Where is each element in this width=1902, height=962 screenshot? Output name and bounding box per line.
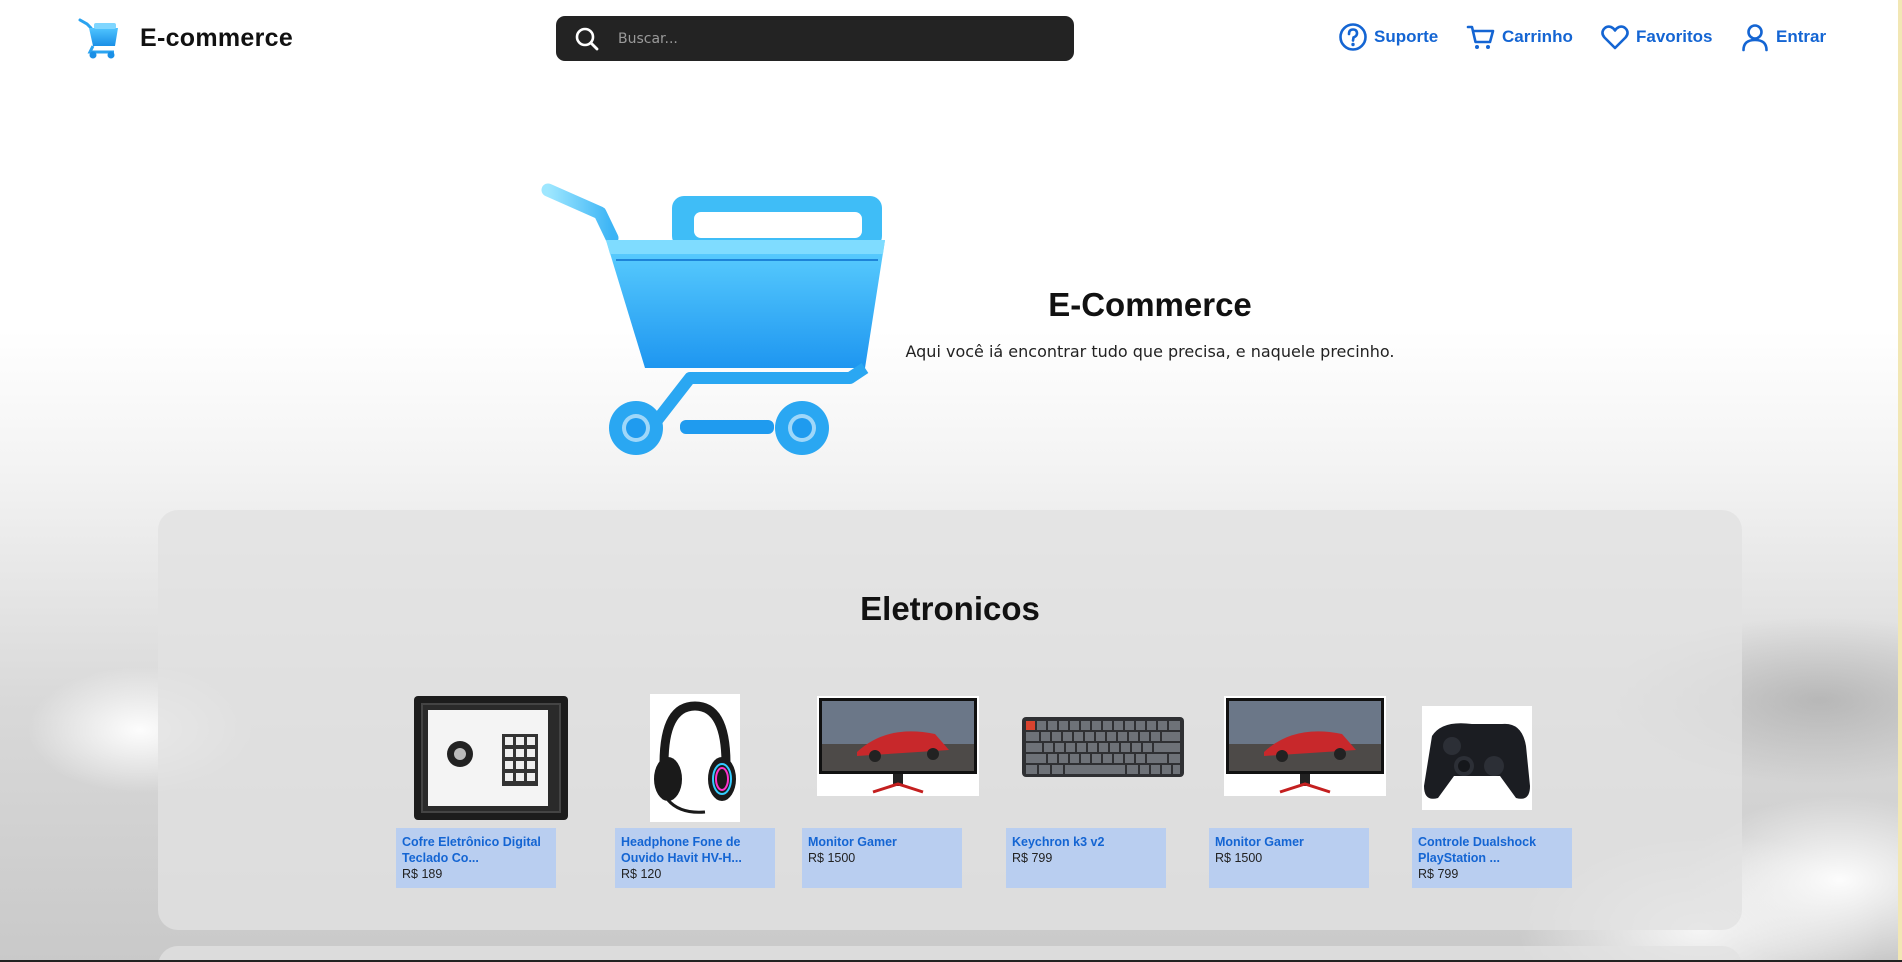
search-bar [556, 16, 1074, 61]
product-card[interactable]: Cofre Eletrônico Digital Teclado Co... R… [396, 682, 568, 922]
product-image-monitor [817, 696, 979, 796]
product-info[interactable]: Keychron k3 v2 R$ 799 [1006, 828, 1166, 888]
nav-entrar-label: Entrar [1776, 27, 1827, 46]
cart-icon [1466, 25, 1495, 49]
brand[interactable]: E-commerce [78, 16, 293, 60]
product-name[interactable]: Keychron k3 v2 [1012, 834, 1160, 850]
product-card[interactable]: Keychron k3 v2 R$ 799 [1006, 682, 1184, 922]
product-card[interactable]: Monitor Gamer R$ 1500 [1209, 682, 1386, 922]
product-price: R$ 799 [1418, 867, 1459, 881]
search-input[interactable] [618, 23, 1058, 54]
product-image-controller [1422, 706, 1532, 810]
category-panel: Eletronicos Cofre Eletrônico Digital Tec… [158, 510, 1742, 930]
nav-favoritos[interactable]: Favoritos [1600, 22, 1713, 52]
product-image-monitor [1224, 696, 1386, 796]
nav-suporte-label: Suporte [1374, 27, 1439, 46]
nav-entrar[interactable]: Entrar [1740, 22, 1826, 52]
product-price: R$ 1500 [1215, 851, 1263, 865]
heart-icon [1601, 25, 1629, 50]
product-price: R$ 799 [1012, 851, 1053, 865]
page-edge [1898, 0, 1902, 962]
search-icon[interactable] [574, 26, 600, 52]
product-info[interactable]: Headphone Fone de Ouvido Havit HV-H... R… [615, 828, 775, 888]
product-carousel[interactable]: Cofre Eletrônico Digital Teclado Co... R… [396, 682, 1664, 922]
product-info[interactable]: Cofre Eletrônico Digital Teclado Co... R… [396, 828, 556, 888]
product-image-safe [414, 696, 568, 820]
product-image-keyboard [1022, 717, 1184, 777]
product-card[interactable]: Controle Dualshock PlayStation ... R$ 79… [1412, 682, 1572, 922]
product-info[interactable]: Monitor Gamer R$ 1500 [1209, 828, 1369, 888]
nav-carrinho-label: Carrinho [1502, 27, 1573, 46]
product-info[interactable]: Controle Dualshock PlayStation ... R$ 79… [1412, 828, 1572, 888]
product-name[interactable]: Headphone Fone de Ouvido Havit HV-H... [621, 834, 769, 866]
help-circle-icon [1339, 23, 1367, 51]
category-title: Eletronicos [860, 590, 1040, 627]
nav-suporte[interactable]: Suporte [1338, 22, 1438, 52]
hero-cart-icon [541, 183, 885, 455]
cart-logo-icon [78, 18, 118, 59]
product-name[interactable]: Cofre Eletrônico Digital Teclado Co... [402, 834, 550, 866]
product-info[interactable]: Monitor Gamer R$ 1500 [802, 828, 962, 888]
user-icon [1742, 24, 1768, 52]
product-name[interactable]: Controle Dualshock PlayStation ... [1418, 834, 1566, 866]
hero-subtitle: Aqui você iá encontrar tudo que precisa,… [905, 342, 1395, 361]
hero-title: E-Commerce [1048, 286, 1252, 323]
product-card[interactable]: Headphone Fone de Ouvido Havit HV-H... R… [615, 682, 775, 922]
product-name[interactable]: Monitor Gamer [1215, 834, 1363, 850]
nav-favoritos-label: Favoritos [1636, 27, 1713, 46]
nav-carrinho[interactable]: Carrinho [1466, 22, 1573, 52]
product-price: R$ 189 [402, 867, 443, 881]
product-price: R$ 1500 [808, 851, 856, 865]
brand-name: E-commerce [140, 23, 294, 52]
top-header: E-commerce Suporte Carrinho Favoritos [0, 0, 1902, 78]
product-image-headphone [650, 694, 740, 822]
product-name[interactable]: Monitor Gamer [808, 834, 956, 850]
product-price: R$ 120 [621, 867, 662, 881]
product-card[interactable]: Monitor Gamer R$ 1500 [802, 682, 979, 922]
